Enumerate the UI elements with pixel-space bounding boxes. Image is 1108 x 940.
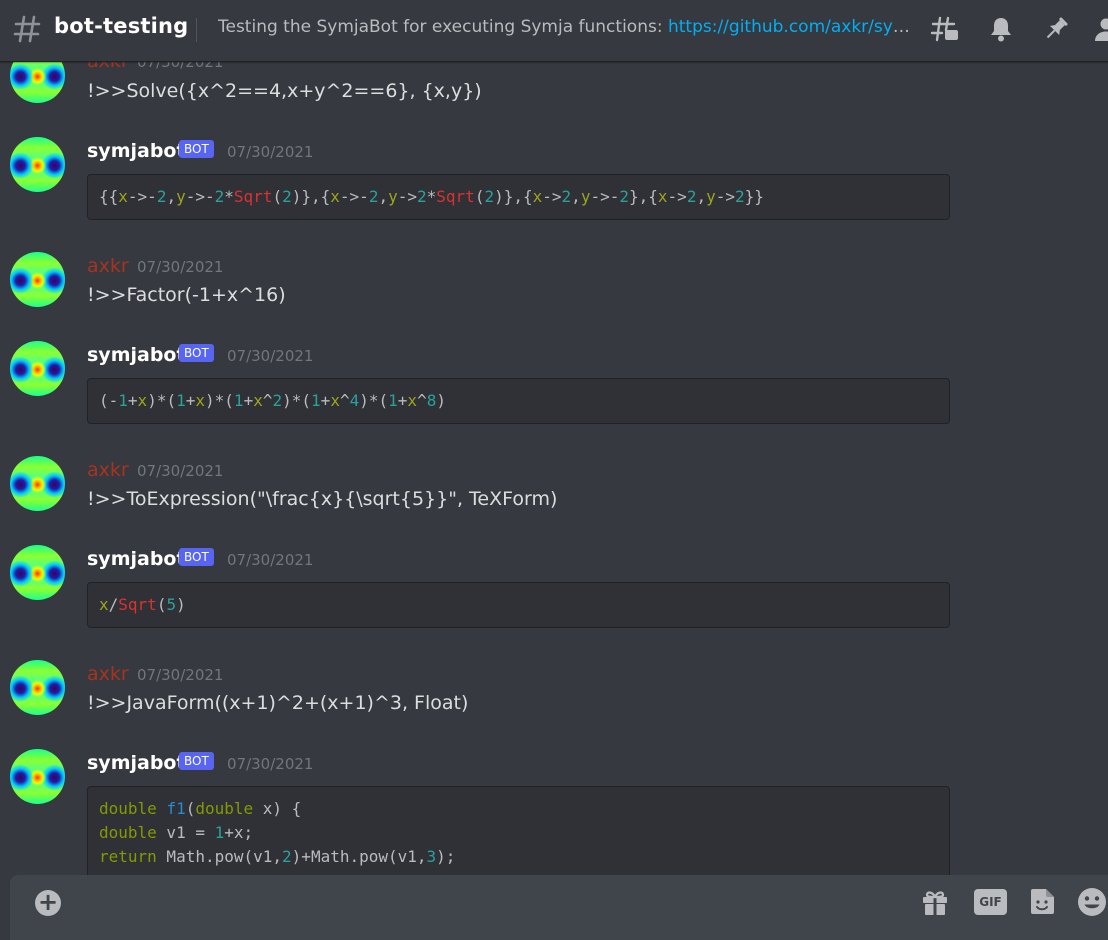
hash-icon xyxy=(13,15,41,43)
message-text: !>>Factor(-1+x^16) xyxy=(87,284,286,306)
avatar[interactable] xyxy=(10,252,65,307)
code-block: double f1(double x) { double v1 = 1+x; r… xyxy=(87,786,950,876)
code-line: return Math.pow(v1,2)+Math.pow(v1,3); xyxy=(99,847,456,866)
code-text: x/Sqrt(5) xyxy=(99,595,186,614)
emoji-icon[interactable] xyxy=(1075,887,1108,917)
message-list[interactable]: axkr 07/30/2021 !>>Solve({x^2==4,x+y^2==… xyxy=(0,0,1108,876)
timestamp: 07/30/2021 xyxy=(137,462,224,480)
header-divider xyxy=(196,18,197,42)
username[interactable]: symjabot xyxy=(87,548,186,570)
code-line: double f1(double x) { xyxy=(99,799,302,818)
username[interactable]: axkr xyxy=(87,255,129,277)
avatar[interactable] xyxy=(10,749,65,804)
bot-badge: BOT xyxy=(179,140,214,158)
avatar[interactable] xyxy=(10,341,65,396)
code-text: (-1+x)*(1+x)*(1+x^2)*(1+x^4)*(1+x^8) xyxy=(99,391,446,410)
threads-icon[interactable] xyxy=(930,14,960,44)
username[interactable]: axkr xyxy=(87,663,129,685)
code-block: (-1+x)*(1+x)*(1+x^2)*(1+x^4)*(1+x^8) xyxy=(87,378,950,424)
gif-icon[interactable]: GIF xyxy=(974,889,1007,915)
bot-badge: BOT xyxy=(179,548,214,566)
code-block: {{x->-2,y->-2*Sqrt(2)},{x->-2,y->2*Sqrt(… xyxy=(87,174,950,220)
gift-icon[interactable] xyxy=(921,887,949,917)
code-block: x/Sqrt(5) xyxy=(87,582,950,628)
channel-name: bot-testing xyxy=(54,14,189,38)
avatar[interactable] xyxy=(10,660,65,715)
topic-link[interactable]: https://github.com/axkr/symja... xyxy=(668,17,918,37)
sticker-icon[interactable] xyxy=(1028,887,1056,917)
username[interactable]: symjabot xyxy=(87,344,186,366)
bot-badge: BOT xyxy=(179,752,214,770)
message-text: !>>ToExpression("\frac{x}{\sqrt{5}}", Te… xyxy=(87,488,558,510)
channel-header: bot-testing Testing the SymjaBot for exe… xyxy=(0,0,1108,62)
timestamp: 07/30/2021 xyxy=(137,666,224,684)
username[interactable]: symjabot xyxy=(87,140,186,162)
timestamp: 07/30/2021 xyxy=(227,551,314,569)
pin-icon[interactable] xyxy=(1041,14,1071,44)
bell-icon[interactable] xyxy=(986,14,1016,44)
channel-topic[interactable]: Testing the SymjaBot for executing Symja… xyxy=(218,17,918,37)
bot-badge: BOT xyxy=(179,344,214,362)
timestamp: 07/30/2021 xyxy=(137,258,224,276)
message-text: !>>JavaForm((x+1)^2+(x+1)^3, Float) xyxy=(87,692,469,714)
username[interactable]: symjabot xyxy=(87,752,186,774)
avatar[interactable] xyxy=(10,545,65,600)
timestamp: 07/30/2021 xyxy=(227,143,314,161)
timestamp: 07/30/2021 xyxy=(227,347,314,365)
avatar[interactable] xyxy=(10,456,65,511)
avatar[interactable] xyxy=(10,137,65,192)
plus-icon[interactable]: + xyxy=(35,890,61,916)
message-text: !>>Solve({x^2==4,x+y^2==6}, {x,y}) xyxy=(87,80,482,102)
members-icon[interactable] xyxy=(1093,14,1108,44)
topic-text: Testing the SymjaBot for executing Symja… xyxy=(218,17,668,37)
timestamp: 07/30/2021 xyxy=(227,755,314,773)
username[interactable]: axkr xyxy=(87,459,129,481)
code-line: double v1 = 1+x; xyxy=(99,823,254,842)
message-composer[interactable]: + GIF xyxy=(10,875,1108,940)
code-text: {{x->-2,y->-2*Sqrt(2)},{x->-2,y->2*Sqrt(… xyxy=(99,187,764,206)
